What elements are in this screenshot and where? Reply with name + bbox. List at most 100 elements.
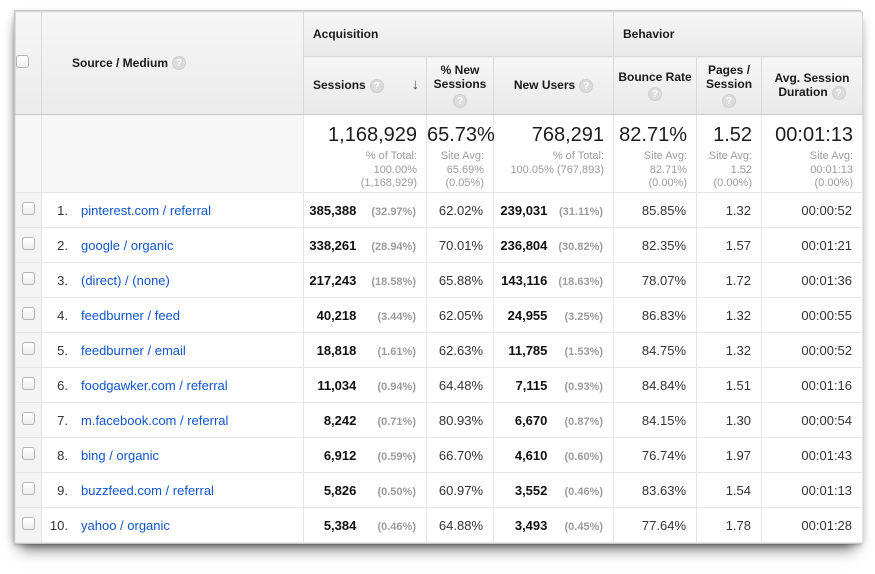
source-medium-link[interactable]: m.facebook.com / referral [81,413,228,428]
pages-session-cell: 1.57 [697,228,762,263]
new-sessions-cell: 66.70% [427,438,494,473]
row-checkbox[interactable] [22,202,35,215]
new-users-cell: 4,610 (0.60%) [494,438,614,473]
help-icon[interactable]: ? [579,79,593,93]
sessions-cell: 8,242 (0.71%) [304,403,427,438]
column-header-bounce-rate[interactable]: Bounce Rate ? [614,57,697,115]
row-checkbox[interactable] [22,447,35,460]
total-new-users: 768,291 % of Total:100.05% (767,893) [494,115,614,193]
row-checkbox[interactable] [22,412,35,425]
sessions-label: Sessions [313,78,366,92]
sessions-cell: 18,818 (1.61%) [304,333,427,368]
new-sessions-cell: 64.88% [427,508,494,543]
bounce-rate-cell: 82.35% [614,228,697,263]
sessions-cell: 40,218 (3.44%) [304,298,427,333]
table-row: 5. feedburner / email 18,818 (1.61%) 62.… [16,333,863,368]
row-checkbox[interactable] [22,377,35,390]
total-new-sessions: 65.73% Site Avg:65.69%(0.05%) [427,115,494,193]
pages-session-cell: 1.54 [697,473,762,508]
totals-checkbox-cell [16,115,42,193]
pages-session-cell: 1.51 [697,368,762,403]
row-checkbox[interactable] [22,482,35,495]
row-checkbox[interactable] [22,237,35,250]
select-all-header-cell [16,12,42,115]
total-sessions: 1,168,929 % of Total:100.00%(1,168,929) [304,115,427,193]
help-icon[interactable]: ? [648,87,662,101]
help-icon[interactable]: ? [722,94,736,108]
new-users-cell: 3,493 (0.45%) [494,508,614,543]
source-medium-link[interactable]: (direct) / (none) [81,273,170,288]
source-medium-header[interactable]: Source / Medium? [42,12,304,115]
pages-session-cell: 1.32 [697,193,762,228]
row-rank: 7. [42,413,68,428]
column-header-pages-session[interactable]: Pages / Session ? [697,57,762,115]
source-medium-link[interactable]: buzzfeed.com / referral [81,483,214,498]
source-medium-link[interactable]: feedburner / feed [81,308,180,323]
session-duration-cell: 00:00:54 [762,403,863,438]
session-duration-cell: 00:01:28 [762,508,863,543]
row-rank: 8. [42,448,68,463]
select-all-checkbox[interactable] [16,55,29,68]
bounce-rate-cell: 84.15% [614,403,697,438]
source-medium-link[interactable]: yahoo / organic [81,518,170,533]
source-medium-link[interactable]: foodgawker.com / referral [81,378,228,393]
row-checkbox[interactable] [22,272,35,285]
totals-source-cell [42,115,304,193]
table-row: 3. (direct) / (none) 217,243 (18.58%) 65… [16,263,863,298]
source-medium-cell: 2. google / organic [42,228,304,263]
new-users-cell: 236,804 (30.82%) [494,228,614,263]
new-users-cell: 3,552 (0.46%) [494,473,614,508]
table-row: 8. bing / organic 6,912 (0.59%) 66.70% 4… [16,438,863,473]
sessions-cell: 5,384 (0.46%) [304,508,427,543]
bounce-rate-cell: 86.83% [614,298,697,333]
pages-session-cell: 1.30 [697,403,762,438]
source-medium-link[interactable]: pinterest.com / referral [81,203,211,218]
column-header-new-users[interactable]: New Users? [494,57,614,115]
column-header-session-duration[interactable]: Avg. Session Duration? [762,57,863,115]
source-medium-link[interactable]: google / organic [81,238,174,253]
new-sessions-cell: 62.63% [427,333,494,368]
row-checkbox[interactable] [22,342,35,355]
new-sessions-cell: 62.02% [427,193,494,228]
help-icon[interactable]: ? [832,86,846,100]
source-medium-cell: 7. m.facebook.com / referral [42,403,304,438]
column-header-new-sessions[interactable]: % New Sessions ? [427,57,494,115]
sort-descending-icon[interactable]: ↓ [412,78,420,92]
help-icon[interactable]: ? [370,79,384,93]
table-row: 4. feedburner / feed 40,218 (3.44%) 62.0… [16,298,863,333]
new-users-cell: 11,785 (1.53%) [494,333,614,368]
new-users-cell: 24,955 (3.25%) [494,298,614,333]
help-icon[interactable]: ? [453,94,467,108]
source-medium-link[interactable]: feedburner / email [81,343,186,358]
column-header-sessions[interactable]: Sessions? ↓ [304,57,427,115]
row-checkbox[interactable] [22,307,35,320]
new-sessions-cell: 60.97% [427,473,494,508]
behavior-label: Behavior [614,27,862,41]
totals-row: 1,168,929 % of Total:100.00%(1,168,929) … [16,115,863,193]
table-row: 2. google / organic 338,261 (28.94%) 70.… [16,228,863,263]
bounce-rate-label: Bounce Rate [618,70,691,84]
bounce-rate-cell: 77.64% [614,508,697,543]
row-rank: 10. [42,518,68,533]
row-rank: 6. [42,378,68,393]
row-rank: 9. [42,483,68,498]
new-sessions-cell: 80.93% [427,403,494,438]
session-duration-cell: 00:00:55 [762,298,863,333]
bounce-rate-cell: 85.85% [614,193,697,228]
pages-session-cell: 1.78 [697,508,762,543]
row-checkbox[interactable] [22,517,35,530]
row-rank: 5. [42,343,68,358]
total-pages-session: 1.52 Site Avg:1.52(0.00%) [697,115,762,193]
source-medium-link[interactable]: bing / organic [81,448,159,463]
group-behavior: Behavior [614,12,863,57]
sessions-cell: 5,826 (0.50%) [304,473,427,508]
help-icon[interactable]: ? [172,56,186,70]
new-sessions-cell: 70.01% [427,228,494,263]
source-medium-cell: 4. feedburner / feed [42,298,304,333]
sessions-cell: 338,261 (28.94%) [304,228,427,263]
new-users-cell: 143,116 (18.63%) [494,263,614,298]
total-session-duration: 00:01:13 Site Avg:00:01:13(0.00%) [762,115,863,193]
new-users-cell: 6,670 (0.87%) [494,403,614,438]
new-sessions-cell: 64.48% [427,368,494,403]
row-rank: 2. [42,238,68,253]
